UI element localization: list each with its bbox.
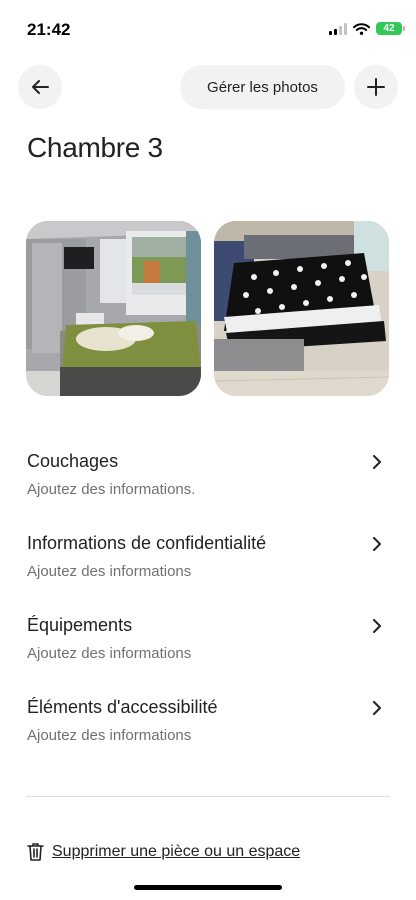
arrow-left-icon (32, 80, 49, 94)
row-accessibilite-subtitle: Ajoutez des informations (27, 727, 192, 744)
manage-photos-button[interactable]: Gérer les photos (180, 65, 345, 109)
row-couchages-subtitle: Ajoutez des informations. (27, 481, 196, 498)
back-button[interactable] (18, 65, 62, 109)
row-confidentialite[interactable]: Informations de confidentialité Ajoutez … (27, 533, 389, 593)
chevron-right-icon (373, 455, 381, 469)
delete-room-link[interactable]: Supprimer une pièce ou un espace (27, 842, 300, 861)
home-indicator (134, 885, 282, 890)
add-button[interactable] (354, 65, 398, 109)
chevron-right-icon (373, 701, 381, 715)
wifi-icon (353, 22, 370, 35)
trash-icon (27, 843, 44, 861)
cellular-signal-icon (329, 22, 347, 35)
row-couchages-title: Couchages (27, 451, 119, 471)
row-couchages[interactable]: Couchages Ajoutez des informations. (27, 451, 389, 511)
battery-icon: 42 (376, 22, 405, 35)
bedroom-photo (26, 221, 201, 396)
chevron-right-icon (373, 619, 381, 633)
room-photo-sofa-bed[interactable] (214, 221, 389, 396)
status-bar: 21:42 42 (0, 0, 416, 60)
divider (26, 796, 390, 797)
chevron-right-icon (373, 537, 381, 551)
row-accessibilite[interactable]: Éléments d'accessibilité Ajoutez des inf… (27, 697, 389, 757)
row-confidentialite-subtitle: Ajoutez des informations (27, 563, 192, 580)
status-icons: 42 (329, 22, 405, 35)
delete-room-label: Supprimer une pièce ou un espace (52, 842, 301, 860)
page-title: Chambre 3 (27, 132, 163, 163)
room-photo-bedroom[interactable] (26, 221, 201, 396)
status-time: 21:42 (27, 20, 71, 39)
row-equipements-subtitle: Ajoutez des informations (27, 645, 192, 662)
row-equipements-title: Équipements (27, 615, 133, 635)
plus-icon (367, 78, 385, 96)
row-equipements[interactable]: Équipements Ajoutez des informations (27, 615, 389, 675)
battery-level: 42 (383, 23, 395, 34)
row-accessibilite-title: Éléments d'accessibilité (27, 697, 218, 717)
row-confidentialite-title: Informations de confidentialité (27, 533, 267, 553)
sofa-bed-photo (214, 221, 389, 396)
